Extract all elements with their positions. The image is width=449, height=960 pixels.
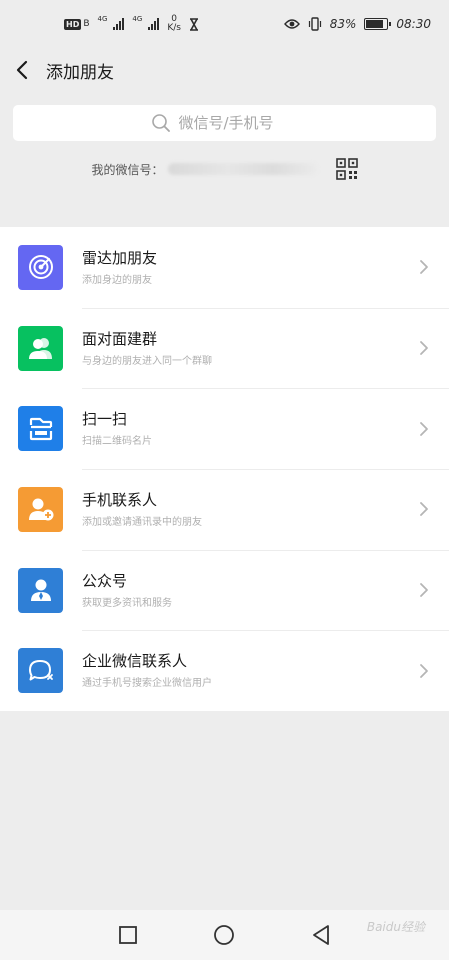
status-bar: HD B 4G 4G 0 K/s 83% 08:30	[0, 0, 449, 48]
menu-item-subtitle: 添加身边的朋友	[82, 274, 152, 286]
back-arrow-icon	[16, 60, 28, 80]
chevron-right-icon	[419, 259, 429, 275]
chevron-right-icon	[419, 340, 429, 356]
menu-item-title: 扫一扫	[82, 410, 128, 429]
menu-item-icon-bg	[18, 406, 63, 452]
network-speed-unit: K/s	[167, 23, 181, 33]
watermark: Baidu经验	[366, 920, 425, 934]
search-input[interactable]	[178, 114, 299, 132]
group-icon	[28, 338, 52, 360]
add-contact-icon	[28, 498, 53, 521]
menu-item-official-accounts[interactable]: 公众号 获取更多资讯和服务	[0, 549, 449, 631]
sim2-signal-icon	[148, 18, 160, 30]
status-time: 08:30	[396, 17, 431, 31]
menu-item-text: 手机联系人 添加或邀请通讯录中的朋友	[82, 490, 419, 529]
hd-badge-sub: B	[83, 19, 90, 29]
square-icon	[119, 926, 138, 944]
work-chat-icon	[28, 659, 53, 681]
menu-item-title: 面对面建群	[82, 329, 158, 348]
sim1-signal-icon	[113, 18, 125, 30]
menu-item-text: 扫一扫 扫描二维码名片	[82, 409, 419, 448]
menu-item-subtitle: 通过手机号搜索企业微信用户	[82, 678, 212, 690]
network-speed: 0 K/s	[167, 15, 181, 33]
page-title: 添加朋友	[46, 62, 114, 83]
search-icon	[151, 114, 170, 132]
menu-item-icon-bg	[18, 486, 63, 532]
hourglass-icon	[189, 17, 198, 31]
eye-comfort-icon	[283, 19, 300, 29]
menu-item-title: 雷达加朋友	[82, 248, 158, 267]
menu-item-subtitle: 获取更多资讯和服务	[82, 597, 172, 609]
menu-item-text: 雷达加朋友 添加身边的朋友	[82, 248, 419, 287]
my-wechat-id-label: 我的微信号：	[91, 162, 164, 177]
menu-item-face-to-face-group[interactable]: 面对面建群 与身边的朋友进入同一个群聊	[0, 307, 449, 389]
qr-code-icon	[335, 158, 358, 180]
menu-item-scan[interactable]: 扫一扫 扫描二维码名片	[0, 388, 449, 469]
circle-icon	[214, 925, 235, 945]
menu-item-icon-bg	[18, 244, 63, 290]
triangle-back-icon	[312, 925, 329, 945]
my-qr-code-button[interactable]	[335, 158, 358, 180]
menu-item-subtitle: 添加或邀请通讯录中的朋友	[82, 516, 202, 528]
menu-item-text: 公众号 获取更多资讯和服务	[82, 571, 419, 610]
chevron-right-icon	[419, 501, 429, 517]
menu-item-subtitle: 扫描二维码名片	[82, 436, 152, 448]
official-account-icon	[30, 579, 51, 602]
my-wechat-id: 我的微信号：	[0, 152, 449, 186]
battery-percent: 83%	[329, 17, 357, 31]
menu-item-title: 企业微信联系人	[82, 652, 188, 671]
chevron-right-icon	[419, 663, 429, 679]
recent-apps-button[interactable]	[108, 915, 148, 955]
add-friend-options-list: 雷达加朋友 添加身边的朋友 面对面建群 与身边的朋友进入同一个群聊 扫一扫 扫描…	[0, 227, 449, 712]
menu-item-phone-contacts[interactable]: 手机联系人 添加或邀请通讯录中的朋友	[0, 469, 449, 550]
search-bar[interactable]	[13, 105, 436, 141]
battery-icon	[364, 18, 392, 30]
menu-item-radar[interactable]: 雷达加朋友 添加身边的朋友	[0, 227, 449, 308]
menu-item-icon-bg	[18, 325, 63, 371]
scan-icon	[29, 417, 52, 440]
header: 添加朋友	[0, 48, 449, 92]
status-right: 83% 08:30	[283, 17, 431, 31]
vibrate-icon	[308, 17, 321, 31]
battery-fill	[366, 20, 383, 28]
menu-item-text: 企业微信联系人 通过手机号搜索企业微信用户	[82, 651, 419, 690]
menu-item-work-wechat-contacts[interactable]: 企业微信联系人 通过手机号搜索企业微信用户	[0, 630, 449, 711]
home-button[interactable]	[204, 915, 244, 955]
hd-badge: HD	[64, 18, 82, 30]
back-button[interactable]	[0, 48, 44, 92]
menu-item-subtitle: 与身边的朋友进入同一个群聊	[82, 355, 212, 367]
radar-icon	[28, 255, 53, 280]
menu-item-icon-bg	[18, 567, 63, 613]
menu-item-title: 手机联系人	[82, 490, 158, 509]
menu-item-text: 面对面建群 与身边的朋友进入同一个群聊	[82, 329, 419, 368]
my-wechat-id-value-blurred	[167, 163, 318, 175]
sim2-network-label: 4G	[132, 15, 143, 23]
menu-item-icon-bg	[18, 648, 63, 694]
status-left: HD B 4G 4G 0 K/s	[64, 15, 199, 33]
chevron-right-icon	[419, 582, 429, 598]
sim1-network-label: 4G	[97, 15, 108, 23]
back-nav-button[interactable]	[301, 915, 341, 955]
chevron-right-icon	[419, 421, 429, 437]
menu-item-title: 公众号	[82, 571, 128, 590]
